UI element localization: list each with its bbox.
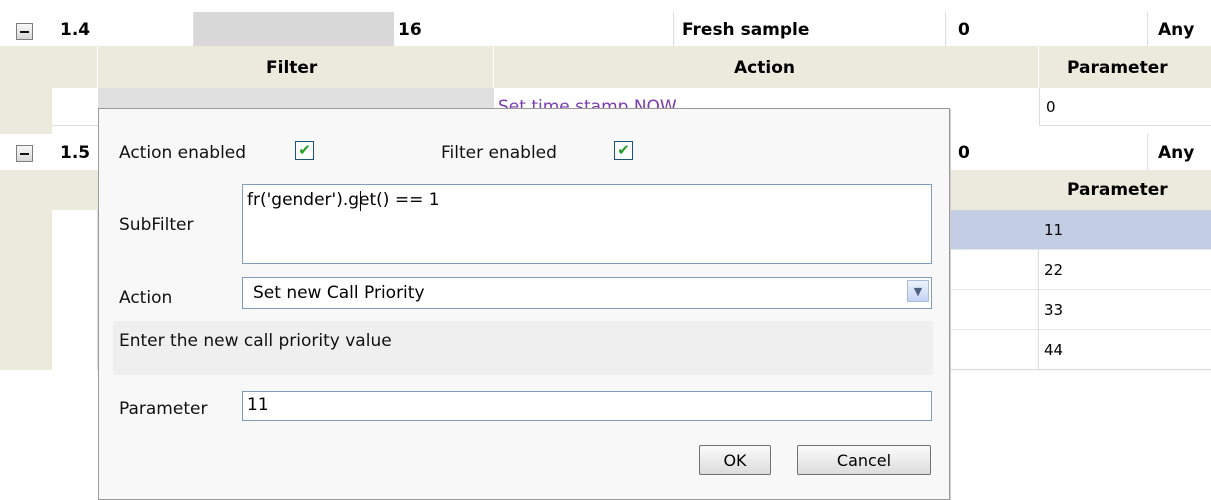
row-1-4-cell-5: 0 [946,12,1148,46]
header-parameter-label-1-5: Parameter [1067,180,1168,200]
subfilter-textarea[interactable]: fr('gender').get() == 1 [242,184,932,264]
param-row-2[interactable]: 22 [946,250,1211,290]
row-1-5-id: 1.5 [60,143,91,163]
row-1-4-value-5: 0 [958,20,970,40]
header-parameter-label: Parameter [1067,58,1168,78]
row-1-5-value-5: 0 [958,143,970,163]
row-1-4-id: 1.4 [60,20,91,40]
row-1-4-cell-6: Any [1148,12,1211,46]
action-enabled-label: Action enabled [119,143,247,163]
row-1-5-cell-6: Any [1148,134,1211,170]
subtable-1-4-row-parameter: 0 [1039,88,1211,126]
param-row-3-value: 33 [1044,301,1064,319]
description-panel: Enter the new call priority value [113,321,933,375]
subtable-1-5-gutter [52,170,98,210]
filter-enabled-label: Filter enabled [441,143,557,163]
chevron-down-icon[interactable]: ▼ [907,280,929,302]
edit-action-dialog: Action enabled ✔ Filter enabled ✔ SubFil… [98,108,950,500]
collapse-toggle-1-4[interactable] [16,23,33,40]
param-row-2-value: 22 [1044,261,1064,279]
action-select[interactable]: Set new Call Priority ▼ [242,277,932,309]
row-1-5-value-6: Any [1158,143,1195,163]
checkmark-icon: ✔ [298,141,311,159]
cancel-button[interactable]: Cancel [797,445,931,475]
param-row-1-value: 11 [1044,221,1064,239]
param-row-3[interactable]: 33 [946,290,1211,330]
row-parameter-value: 0 [1046,98,1056,116]
row-1-4-gray-cell [194,12,394,46]
action-enabled-checkbox[interactable]: ✔ [295,141,314,160]
subtable-1-4-gutter [52,46,98,88]
row-1-5-cell-5: 0 [946,134,1148,170]
param-row-1[interactable]: 11 [946,210,1211,250]
filter-enabled-checkbox[interactable]: ✔ [614,141,633,160]
subtable-1-4-header-filter: Filter [98,46,494,88]
row-1-4-cell-3: 16 [394,12,674,46]
subtable-1-5-header-mid [946,170,1039,210]
param-row-4-value: 44 [1044,341,1064,359]
subtable-1-4-header-parameter: Parameter [1039,46,1211,88]
subfilter-label: SubFilter [119,215,194,235]
description-text: Enter the new call priority value [119,331,392,351]
subtable-1-5-indent [0,170,52,370]
subtable-1-5-header-parameter: Parameter [1039,170,1211,210]
action-select-value: Set new Call Priority [253,283,425,303]
collapse-toggle-1-5[interactable] [16,145,33,162]
header-action-label: Action [734,58,795,78]
header-filter-label: Filter [266,58,318,78]
row-1-4-value-3: 16 [398,20,422,40]
subtable-1-4-indent [0,46,52,134]
action-label: Action [119,288,173,308]
row-1-4-cell-4: Fresh sample [674,12,946,46]
row-1-4-value-6: Any [1158,20,1195,40]
parameter-label: Parameter [119,399,208,419]
ok-button[interactable]: OK [699,445,771,475]
checkmark-icon: ✔ [617,141,630,159]
subtable-1-4-row-filter-gray [98,88,494,108]
param-row-4[interactable]: 44 [946,330,1211,370]
row-1-4-id-cell: 1.4 [52,12,194,46]
row-1-4-value-4: Fresh sample [682,20,810,40]
parameter-input[interactable]: 11 [242,391,932,421]
text-cursor [360,191,361,211]
parameter-input-value: 11 [247,395,269,415]
subtable-1-4-header-action: Action [494,46,1039,88]
subtable-1-5-left-col [52,210,98,370]
subfilter-text: fr('gender').get() == 1 [247,190,440,210]
